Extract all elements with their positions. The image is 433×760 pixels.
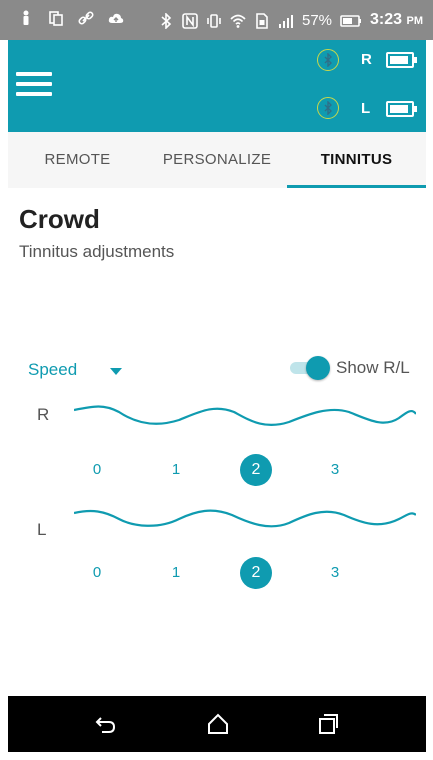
right-level-1[interactable]: 1 (160, 454, 192, 486)
toggle-knob (306, 356, 330, 380)
right-level-0[interactable]: 0 (81, 454, 113, 486)
page-title: Crowd (19, 204, 100, 234)
page-subtitle: Tinnitus adjustments (19, 242, 175, 261)
tab-personalize[interactable]: PERSONALIZE (147, 132, 287, 188)
left-hearing-aid-label: L (361, 100, 371, 117)
left-level-1[interactable]: 1 (160, 557, 192, 589)
left-level-0[interactable]: 0 (81, 557, 113, 589)
tab-bar: REMOTE PERSONALIZE TINNITUS (8, 132, 426, 188)
right-bluetooth-icon (317, 49, 339, 71)
caret-down-icon (110, 368, 122, 375)
left-battery-icon (386, 101, 417, 117)
status-left-icons (18, 10, 124, 26)
left-wave-graphic (74, 509, 416, 528)
left-level-3[interactable]: 3 (319, 557, 351, 589)
phone-battery-icon (340, 13, 362, 29)
right-ear-label: R (37, 405, 50, 424)
tab-remote[interactable]: REMOTE (8, 132, 147, 188)
copy-icon (48, 10, 64, 26)
back-icon[interactable] (92, 710, 120, 738)
link-icon (78, 10, 94, 26)
hamburger-menu-icon[interactable] (16, 70, 52, 98)
wifi-icon (230, 13, 246, 29)
active-tab-indicator (287, 185, 426, 188)
person-icon (18, 10, 34, 26)
dropdown-value: Speed (28, 360, 78, 379)
vibrate-icon (206, 13, 222, 29)
tab-tinnitus[interactable]: TINNITUS (287, 132, 426, 188)
show-rl-label: Show R/L (336, 358, 410, 377)
right-wave-graphic (74, 405, 416, 427)
status-bar: 57% 3:23 PM (0, 0, 433, 40)
app-bar: R L (8, 40, 426, 132)
right-battery-icon (386, 52, 417, 68)
app-screen: 57% 3:23 PM R L REMOTE PERSONALIZE TINNI… (0, 0, 433, 760)
status-right-icons: 57% 3:23 PM (158, 10, 423, 31)
left-ear-label: L (37, 520, 47, 539)
signal-icon (278, 13, 294, 29)
cloud-upload-icon (108, 10, 124, 26)
right-level-2[interactable]: 2 (240, 454, 272, 486)
left-level-2[interactable]: 2 (240, 557, 272, 589)
right-level-3[interactable]: 3 (319, 454, 351, 486)
nfc-icon (182, 12, 198, 29)
clock: 3:23 PM (370, 11, 423, 28)
show-rl-toggle[interactable] (290, 356, 332, 380)
bluetooth-status-icon (158, 12, 174, 29)
recents-icon[interactable] (314, 710, 342, 738)
speed-dropdown[interactable]: Speed (28, 358, 128, 384)
left-bluetooth-icon (317, 97, 339, 119)
battery-percent: 57% (301, 11, 333, 29)
sim-icon (254, 12, 270, 29)
right-hearing-aid-label: R (361, 51, 372, 68)
system-nav-bar (8, 696, 426, 752)
home-icon[interactable] (204, 710, 232, 738)
